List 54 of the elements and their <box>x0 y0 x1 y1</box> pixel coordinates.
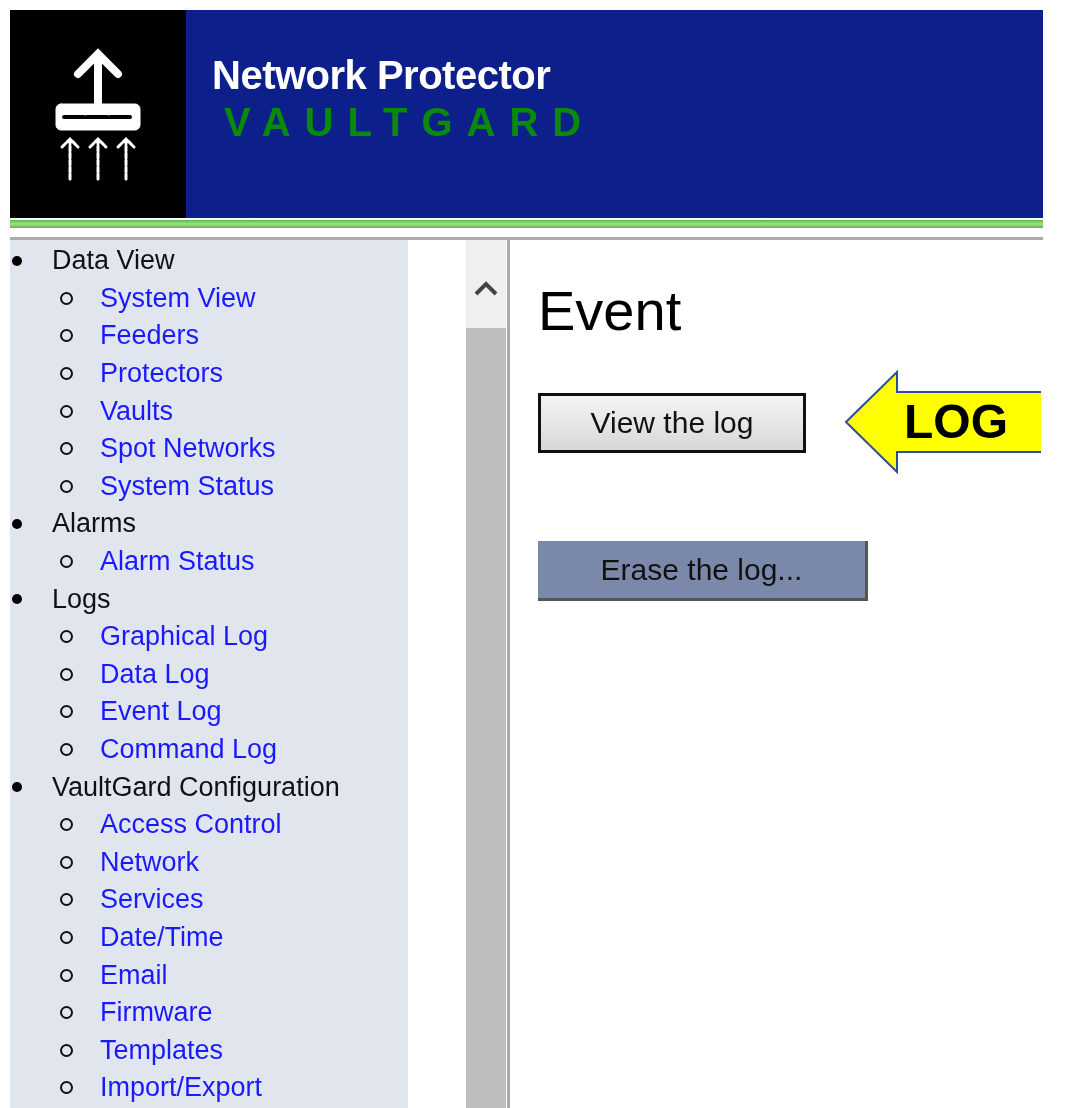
sidebar-link[interactable]: Access Control <box>100 809 282 841</box>
circle-bullet-icon <box>60 555 73 569</box>
sidebar-link[interactable]: Date/Time <box>100 922 224 953</box>
sidebar-link[interactable]: Spot Networks <box>100 433 276 465</box>
bullet-icon <box>12 594 22 605</box>
circle-bullet-icon <box>60 818 73 832</box>
circle-bullet-icon <box>60 367 73 381</box>
sidebar-link[interactable]: Network <box>100 846 200 878</box>
sidebar-group-label: Logs <box>52 583 111 615</box>
sidebar-link[interactable]: Data Log <box>100 658 210 690</box>
sidebar-group-label: Data View <box>52 245 175 277</box>
circle-bullet-icon <box>60 329 73 343</box>
chevron-up-icon[interactable] <box>473 280 499 296</box>
circle-bullet-icon <box>60 705 73 719</box>
brand-name: VAULTGARD <box>224 100 596 145</box>
circle-bullet-icon <box>60 442 73 456</box>
circle-bullet-icon <box>60 667 73 681</box>
sidebar-link[interactable]: Templates <box>100 1034 224 1066</box>
sidebar-link[interactable]: System View <box>100 282 256 314</box>
sidebar-link[interactable]: Email <box>100 959 168 991</box>
circle-bullet-icon <box>60 479 73 493</box>
sidebar-link[interactable]: Event Log <box>100 696 222 728</box>
circle-bullet-icon <box>60 1006 73 1020</box>
sidebar-link[interactable]: System Status <box>100 470 275 502</box>
circle-bullet-icon <box>60 893 73 907</box>
bullet-icon <box>12 255 22 266</box>
sidebar-link[interactable]: Firmware <box>100 997 213 1029</box>
sidebar-link[interactable]: Services <box>100 884 204 916</box>
circle-bullet-icon <box>60 1081 73 1095</box>
bullet-icon <box>12 782 22 793</box>
sidebar-link[interactable]: Graphical Log <box>100 621 269 653</box>
callout-label: LOG <box>904 394 1008 449</box>
sidebar-link[interactable]: Protectors <box>100 358 224 390</box>
bullet-icon <box>12 518 22 529</box>
circle-bullet-icon <box>60 630 73 644</box>
sidebar-link[interactable]: Alarm Status <box>100 546 255 578</box>
sidebar-group-label: VaultGard Configuration <box>52 771 340 803</box>
erase-log-button[interactable]: Erase the log... <box>538 541 868 601</box>
circle-bullet-icon <box>60 404 73 418</box>
view-log-button[interactable]: View the log <box>538 393 806 453</box>
circle-bullet-icon <box>60 1043 73 1057</box>
sidebar-link[interactable]: Import/Export <box>100 1072 263 1104</box>
sidebar-link[interactable]: Command Log <box>100 734 278 765</box>
circle-bullet-icon <box>60 855 73 869</box>
page-heading: Event <box>538 278 682 343</box>
scrollbar[interactable] <box>466 240 506 1108</box>
circle-bullet-icon <box>60 968 73 982</box>
circle-bullet-icon <box>60 291 73 305</box>
sidebar-link[interactable]: Feeders <box>100 320 200 352</box>
sidebar-link[interactable]: Vaults <box>100 395 174 427</box>
circle-bullet-icon <box>60 743 73 756</box>
circle-bullet-icon <box>60 931 73 944</box>
app-title: Network Protector <box>212 53 552 98</box>
sidebar-group-label: Alarms <box>52 508 136 540</box>
